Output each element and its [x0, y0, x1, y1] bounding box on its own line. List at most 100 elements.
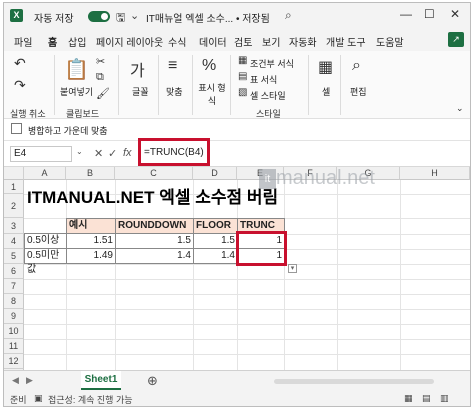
column-header[interactable]: B	[66, 167, 115, 180]
next-sheet-icon[interactable]: ▶	[26, 375, 33, 386]
page-layout-view-icon[interactable]: ▤	[422, 393, 431, 404]
rounddown-value-cell[interactable]: 1.4	[115, 248, 194, 264]
tab-formulas[interactable]: 수식	[168, 34, 186, 49]
tab-page-layout[interactable]: 페이지 레이아웃	[96, 34, 163, 49]
namebox-chevron-icon[interactable]: ⌄	[76, 147, 83, 156]
paste-clipboard-icon[interactable]: 📋	[64, 57, 89, 82]
copy-icon[interactable]: ⧉	[96, 71, 104, 84]
quick-access-chevron-icon[interactable]: ⌄	[130, 9, 139, 22]
page-break-view-icon[interactable]: ▥	[440, 393, 449, 404]
paste-label[interactable]: 붙여넣기	[60, 85, 93, 98]
font-label[interactable]: 글꼴	[132, 85, 149, 98]
gridline	[115, 180, 116, 370]
cell-style-label[interactable]: 셀 스타일	[250, 89, 286, 102]
conditional-format-icon[interactable]: ▦	[238, 55, 247, 66]
column-header[interactable]: A	[24, 167, 66, 180]
format-painter-icon[interactable]: 🖌	[96, 87, 110, 100]
tab-automate[interactable]: 자동화	[289, 34, 317, 49]
insert-function-icon[interactable]: fx	[123, 147, 132, 159]
ribbon: ↶ ↷ 실행 취소 📋 붙여넣기 ✂ ⧉ 🖌 클립보드 가 글꼴 ≡ 맞춤 % …	[4, 51, 470, 119]
sheet-title-cell[interactable]: ITMANUAL.NET 엑셀 소수점 버림	[27, 183, 278, 208]
row-header[interactable]: 4	[4, 234, 24, 249]
sheet-tab-sheet1[interactable]: Sheet1	[81, 371, 121, 390]
row-header[interactable]: 8	[4, 294, 24, 309]
save-icon[interactable]: 🖫	[116, 9, 125, 28]
horizontal-scrollbar[interactable]	[274, 379, 434, 384]
tab-home[interactable]: 홈	[48, 34, 58, 54]
row-header[interactable]: 12	[4, 354, 24, 369]
row-label-cell[interactable]: 0.5미만 값	[24, 248, 67, 275]
floor-value-cell[interactable]: 1.4	[193, 248, 238, 264]
confirm-formula-icon[interactable]: ✓	[108, 147, 117, 160]
editing-search-icon[interactable]: ⌕	[352, 57, 361, 75]
search-icon[interactable]: ⌕	[285, 8, 292, 23]
table-format-icon[interactable]: ▤	[238, 71, 247, 82]
ribbon-collapse-chevron-icon[interactable]: ⌄	[456, 103, 464, 114]
row-header[interactable]: 3	[4, 218, 24, 234]
tab-file[interactable]: 파일	[14, 34, 32, 49]
tab-view[interactable]: 보기	[262, 34, 280, 49]
floor-value-cell[interactable]: 1.5	[193, 233, 238, 249]
header-cell-example[interactable]: 예시	[66, 218, 116, 234]
table-format-label[interactable]: 표 서식	[250, 73, 277, 86]
share-icon[interactable]: ↗	[448, 32, 464, 47]
select-all-corner[interactable]	[4, 167, 24, 180]
autofill-options-icon[interactable]: ▾	[288, 264, 297, 273]
tab-developer[interactable]: 개발 도구	[326, 34, 366, 49]
cell-style-icon[interactable]: ▧	[238, 87, 247, 98]
cells-label[interactable]: 셀	[322, 85, 330, 98]
worksheet-grid[interactable]: A B C D E F G H 1 2 3 4 5 6 7 8 9 10 11 …	[4, 167, 470, 370]
header-cell-rounddown[interactable]: ROUNDDOWN	[115, 218, 194, 234]
redo-icon[interactable]: ↷	[14, 77, 26, 94]
formula-highlight-box	[138, 138, 210, 166]
column-header[interactable]: H	[400, 167, 470, 180]
autosave-toggle[interactable]	[88, 11, 110, 22]
cells-icon[interactable]: ▦	[318, 57, 333, 77]
ribbon-separator	[118, 55, 119, 115]
example-value-cell[interactable]: 1.49	[66, 248, 116, 264]
tab-review[interactable]: 검토	[234, 34, 252, 49]
row-header[interactable]: 2	[4, 194, 24, 218]
cut-icon[interactable]: ✂	[96, 55, 105, 68]
document-title[interactable]: IT매뉴얼 엑셀 소수... • 저장됨	[146, 10, 270, 25]
undo-icon[interactable]: ↶	[14, 55, 26, 72]
font-icon[interactable]: 가	[130, 57, 145, 81]
row-header[interactable]: 10	[4, 324, 24, 339]
column-header[interactable]: C	[115, 167, 193, 180]
tab-insert[interactable]: 삽입	[68, 34, 86, 49]
number-format-icon[interactable]: %	[202, 57, 216, 75]
gridline	[237, 180, 238, 370]
gridline	[66, 180, 67, 370]
normal-view-icon[interactable]: ▦	[404, 393, 413, 404]
excel-app-icon: X	[10, 9, 23, 22]
accessibility-status[interactable]: 접근성: 계속 진행 가능	[48, 393, 133, 406]
conditional-format-label[interactable]: 조건부 서식	[250, 57, 294, 70]
macro-record-icon[interactable]: ▣	[34, 393, 43, 404]
align-icon[interactable]: ≡	[168, 57, 177, 75]
row-header[interactable]: 9	[4, 309, 24, 324]
column-header[interactable]: D	[193, 167, 237, 180]
row-header[interactable]: 11	[4, 339, 24, 354]
prev-sheet-icon[interactable]: ◀	[12, 375, 19, 386]
number-format-label[interactable]: 표시 형식	[198, 81, 226, 107]
row-label-cell[interactable]: 0.5이상 값	[24, 233, 67, 260]
add-sheet-icon[interactable]: ⊕	[147, 373, 158, 389]
close-icon[interactable]: ✕	[450, 7, 460, 21]
example-value-cell[interactable]: 1.51	[66, 233, 116, 249]
align-label[interactable]: 맞춤	[166, 85, 183, 98]
row-header[interactable]: 7	[4, 279, 24, 294]
row-header[interactable]: 1	[4, 180, 24, 194]
name-box[interactable]: E4	[10, 146, 72, 162]
maximize-icon[interactable]: ☐	[424, 7, 435, 21]
merge-center-icon[interactable]	[11, 123, 22, 134]
tab-data[interactable]: 데이터	[199, 34, 227, 49]
minimize-icon[interactable]: —	[400, 7, 412, 21]
rounddown-value-cell[interactable]: 1.5	[115, 233, 194, 249]
editing-label[interactable]: 편집	[350, 85, 367, 98]
tab-help[interactable]: 도움말	[376, 34, 404, 49]
merge-center-label[interactable]: 병합하고 가운데 맞춤	[28, 124, 108, 137]
row-header[interactable]: 6	[4, 264, 24, 279]
row-header[interactable]: 5	[4, 249, 24, 264]
cancel-formula-icon[interactable]: ✕	[94, 147, 103, 160]
header-cell-floor[interactable]: FLOOR	[193, 218, 238, 234]
